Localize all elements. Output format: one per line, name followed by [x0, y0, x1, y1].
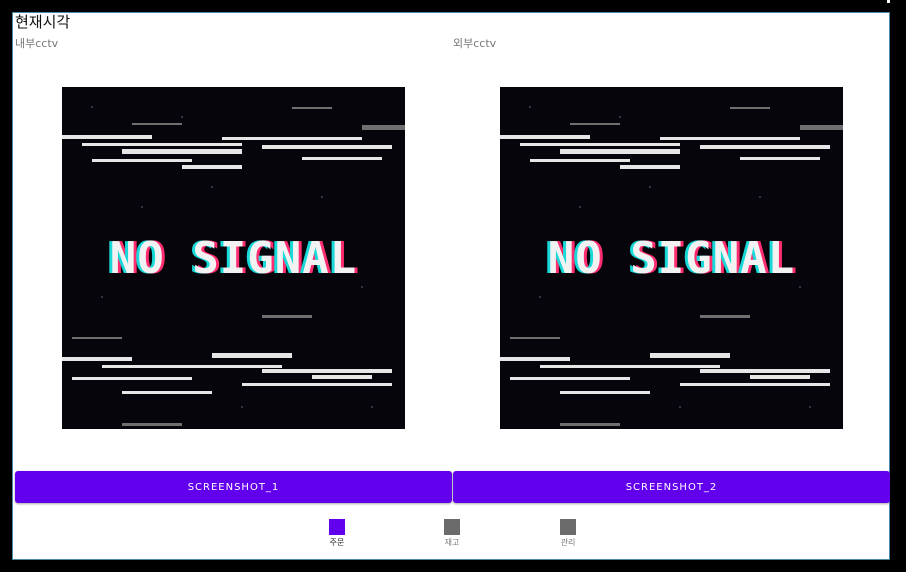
- no-signal-text: NO SIGNAL: [547, 233, 796, 284]
- status-indicator: [887, 0, 890, 3]
- order-icon: [329, 519, 345, 535]
- external-cctv-label: 외부cctv: [453, 37, 497, 50]
- app-window: 현재시각 내부cctv 외부cctv NO SIGNAL NO SIGNAL S…: [12, 12, 890, 560]
- screenshot-1-button[interactable]: SCREENSHOT_1: [15, 471, 452, 503]
- inventory-icon: [444, 519, 460, 535]
- external-cctv-feed: NO SIGNAL: [500, 87, 843, 429]
- nav-label-order: 주문: [329, 538, 345, 547]
- bottom-navigation: 주문 재고 관리: [13, 509, 889, 559]
- screenshot-2-button[interactable]: SCREENSHOT_2: [453, 471, 890, 503]
- internal-cctv-feed: NO SIGNAL: [62, 87, 405, 429]
- nav-item-manage[interactable]: 관리: [548, 519, 588, 548]
- internal-cctv-label: 내부cctv: [15, 37, 59, 50]
- nav-item-order[interactable]: 주문: [317, 519, 357, 548]
- nav-label-manage: 관리: [560, 538, 576, 547]
- no-signal-text: NO SIGNAL: [109, 233, 358, 284]
- nav-label-inventory: 재고: [444, 538, 460, 547]
- page-title: 현재시각: [15, 13, 71, 31]
- manage-icon: [560, 519, 576, 535]
- nav-item-inventory[interactable]: 재고: [432, 519, 472, 548]
